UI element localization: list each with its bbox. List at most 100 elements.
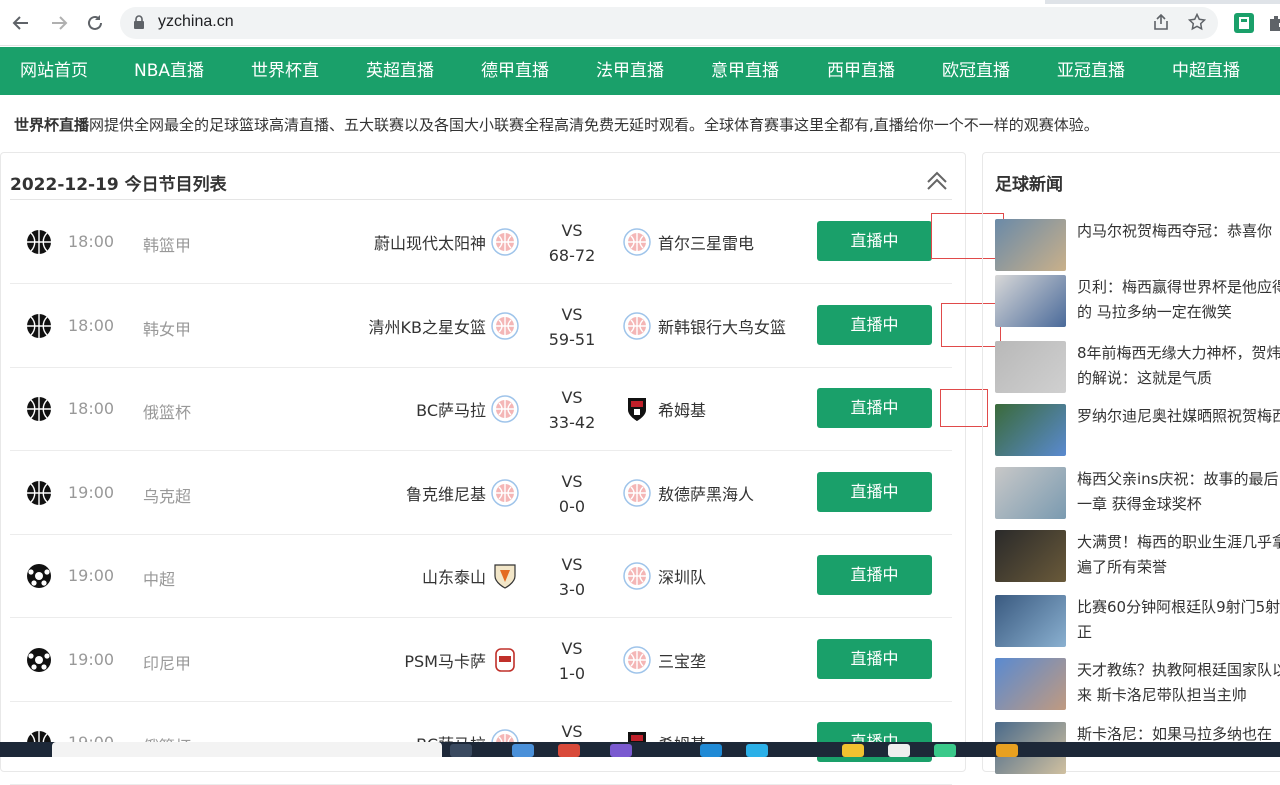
league-name[interactable]: 乌克超	[143, 483, 191, 507]
app-icon[interactable]	[842, 744, 864, 757]
news-item[interactable]: 大满贯！梅西的职业生涯几乎拿遍了所有荣誉	[995, 530, 1280, 590]
news-item[interactable]: 8年前梅西无缘大力神杯，贺炜的解说：这就是气质	[995, 341, 1280, 401]
home-team-logo	[491, 646, 519, 674]
lock-icon[interactable]	[134, 15, 144, 29]
away-team[interactable]: 敖德萨黑海人	[658, 481, 754, 505]
score-block: VS	[540, 719, 604, 744]
match-row[interactable]: 19:00 印尼甲 PSM马卡萨 VS 1-0 三宝垄 直播中	[10, 618, 952, 702]
app-icon[interactable]	[610, 744, 632, 757]
extension-icon[interactable]	[1234, 13, 1254, 33]
address-bar[interactable]: yzchina.cn	[120, 7, 1218, 39]
active-tab[interactable]	[0, 0, 1045, 4]
live-button[interactable]: 直播中	[817, 555, 932, 595]
nav-item-worldcup[interactable]: 世界杯直	[251, 47, 319, 95]
football-icon	[26, 647, 52, 673]
intro-bold[interactable]: 世界杯直播	[14, 116, 89, 134]
match-row[interactable]: 18:00 俄篮杯 BC萨马拉 VS 33-42 希姆基 直播中	[10, 367, 952, 451]
app-icon[interactable]	[450, 744, 472, 757]
news-thumbnail[interactable]	[995, 219, 1066, 271]
away-team[interactable]: 首尔三星雷电	[658, 230, 754, 254]
app-icon[interactable]	[746, 744, 768, 757]
home-team-logo	[491, 562, 519, 590]
nav-item-home[interactable]: 网站首页	[20, 47, 88, 95]
news-headline[interactable]: 贝利：梅西赢得世界杯是他应得的 马拉多纳一定在微笑	[1077, 275, 1280, 325]
news-headline[interactable]: 大满贯！梅西的职业生涯几乎拿遍了所有荣誉	[1077, 530, 1280, 580]
match-row[interactable]: 19:00 中超 山东泰山 VS 3-0 深圳队 直播中	[10, 534, 952, 618]
match-row[interactable]: 18:00 韩女甲 清州KB之星女篮 VS 59-51 新韩银行大鸟女篮 直播中	[10, 284, 952, 368]
nav-item-bundesliga[interactable]: 德甲直播	[481, 47, 549, 95]
home-team[interactable]: 山东泰山	[422, 564, 486, 588]
news-thumbnail[interactable]	[995, 404, 1066, 456]
news-headline[interactable]: 罗纳尔迪尼奥社媒晒照祝贺梅西	[1077, 404, 1280, 429]
home-team[interactable]: 鲁克维尼基	[406, 481, 486, 505]
home-team[interactable]: BC萨马拉	[416, 397, 486, 421]
site-intro: 世界杯直播网提供全网最全的足球篮球高清直播、五大联赛以及各国大小联赛全程高清免费…	[14, 114, 1099, 135]
home-team[interactable]: 蔚山现代太阳神	[374, 230, 486, 254]
news-item[interactable]: 罗纳尔迪尼奥社媒晒照祝贺梅西	[995, 404, 1280, 464]
nav-item-seriea[interactable]: 意甲直播	[711, 47, 779, 95]
news-thumbnail[interactable]	[995, 275, 1066, 327]
nav-item-ucl[interactable]: 欧冠直播	[942, 47, 1010, 95]
news-item[interactable]: 内马尔祝贺梅西夺冠：恭喜你	[995, 219, 1280, 279]
app-icon[interactable]	[512, 744, 534, 757]
app-icon[interactable]	[996, 744, 1018, 757]
match-score: 59-51	[548, 329, 596, 349]
home-team[interactable]: 清州KB之星女篮	[369, 314, 486, 338]
away-team[interactable]: 深圳队	[658, 564, 706, 588]
match-row[interactable]: 18:00 韩篮甲 蔚山现代太阳神 VS 68-72 首尔三星雷电 直播中	[10, 200, 952, 284]
news-item[interactable]: 天才教练？执教阿根廷国家队以来 斯卡洛尼带队担当主帅	[995, 658, 1280, 718]
vs-label: VS	[561, 304, 583, 324]
live-button[interactable]: 直播中	[817, 221, 932, 261]
nav-item-nba[interactable]: NBA直播	[134, 47, 204, 95]
nav-item-epl[interactable]: 英超直播	[366, 47, 434, 95]
live-button[interactable]: 直播中	[817, 304, 932, 345]
away-team-logo	[623, 478, 651, 507]
live-button[interactable]: 直播中	[817, 388, 932, 428]
collapse-chevron-icon[interactable]	[924, 168, 950, 194]
live-button[interactable]: 直播中	[817, 471, 932, 512]
away-team[interactable]: 新韩银行大鸟女篮	[658, 314, 786, 338]
news-headline[interactable]: 8年前梅西无缘大力神杯，贺炜的解说：这就是气质	[1077, 341, 1280, 391]
news-headline[interactable]: 梅西父亲ins庆祝：故事的最后一章 获得金球奖杯	[1077, 467, 1280, 517]
share-icon[interactable]	[1152, 13, 1170, 36]
news-headline[interactable]: 内马尔祝贺梅西夺冠：恭喜你	[1077, 219, 1280, 244]
bookmark-star-icon[interactable]	[1187, 12, 1207, 36]
live-button[interactable]: 直播中	[817, 638, 932, 679]
news-item[interactable]: 梅西父亲ins庆祝：故事的最后一章 获得金球奖杯	[995, 467, 1280, 527]
browser-app-icon[interactable]	[558, 744, 580, 757]
news-item[interactable]: 贝利：梅西赢得世界杯是他应得的 马拉多纳一定在微笑	[995, 275, 1280, 335]
league-name[interactable]: 韩篮甲	[143, 232, 191, 256]
nav-item-csl[interactable]: 中超直播	[1172, 47, 1240, 95]
match-score: 68-72	[548, 246, 596, 265]
away-team-logo	[623, 645, 651, 674]
news-thumbnail[interactable]	[995, 341, 1066, 393]
news-thumbnail[interactable]	[995, 467, 1066, 519]
away-team[interactable]: 希姆基	[658, 397, 706, 421]
news-thumbnail[interactable]	[995, 658, 1066, 710]
puzzle-icon[interactable]	[1266, 13, 1280, 33]
league-name[interactable]: 中超	[143, 566, 175, 590]
league-name[interactable]: 韩女甲	[143, 316, 191, 340]
basketball-icon	[26, 396, 52, 422]
home-team[interactable]: PSM马卡萨	[404, 648, 486, 672]
league-name[interactable]: 印尼甲	[143, 650, 191, 674]
news-thumbnail[interactable]	[995, 595, 1066, 647]
app-icon[interactable]	[888, 744, 910, 757]
taskbar-search[interactable]	[52, 742, 442, 757]
back-icon[interactable]	[10, 12, 32, 34]
app-icon[interactable]	[700, 744, 722, 757]
nav-item-laliga[interactable]: 西甲直播	[827, 47, 895, 95]
match-row[interactable]: 19:00 乌克超 鲁克维尼基 VS 0-0 敖德萨黑海人 直播中	[10, 451, 952, 535]
match-time: 19:00	[68, 649, 115, 669]
away-team[interactable]: 三宝垄	[658, 648, 706, 672]
reload-icon[interactable]	[84, 12, 106, 34]
nav-item-ligue1[interactable]: 法甲直播	[596, 47, 664, 95]
forward-icon[interactable]	[48, 12, 70, 34]
news-headline[interactable]: 天才教练？执教阿根廷国家队以来 斯卡洛尼带队担当主帅	[1077, 658, 1280, 708]
news-thumbnail[interactable]	[995, 530, 1066, 582]
league-name[interactable]: 俄篮杯	[143, 399, 191, 423]
nav-item-acl[interactable]: 亚冠直播	[1057, 47, 1125, 95]
news-headline[interactable]: 比赛60分钟阿根廷队9射门5射正	[1077, 595, 1280, 645]
news-item[interactable]: 比赛60分钟阿根廷队9射门5射正	[995, 595, 1280, 655]
app-icon[interactable]	[934, 744, 956, 757]
